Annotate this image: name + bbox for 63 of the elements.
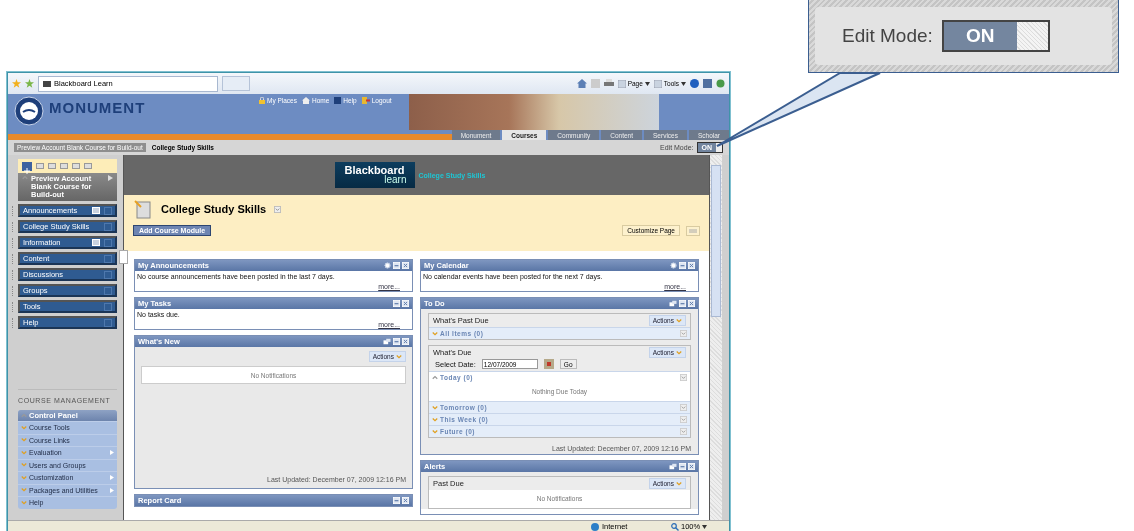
- collapse-icon[interactable]: [680, 373, 687, 381]
- minimize-icon[interactable]: [393, 300, 400, 307]
- collapse-icon[interactable]: [22, 175, 28, 181]
- minimize-icon[interactable]: [679, 262, 686, 269]
- seal-icon: [14, 96, 44, 126]
- help-icon: [334, 97, 342, 104]
- expand-icon[interactable]: [432, 330, 438, 337]
- popout-icon[interactable]: [669, 300, 677, 307]
- collapse-icon[interactable]: [680, 415, 687, 423]
- gear-icon[interactable]: [384, 262, 391, 269]
- expand-icon[interactable]: [676, 480, 682, 487]
- new-tab-button[interactable]: [222, 76, 250, 91]
- close-icon[interactable]: [688, 463, 695, 470]
- lock-icon: [259, 97, 265, 104]
- collapse-icon[interactable]: [680, 403, 687, 411]
- close-icon[interactable]: [402, 338, 409, 345]
- collapse-icon[interactable]: [680, 427, 687, 435]
- popout-icon[interactable]: [669, 463, 677, 470]
- caret-icon[interactable]: [681, 81, 686, 86]
- add-menu-item-button[interactable]: [22, 161, 32, 171]
- star-icon[interactable]: [12, 79, 21, 88]
- page-title: College Study Skills: [161, 203, 267, 215]
- popout-icon[interactable]: [383, 338, 391, 345]
- collapse-icon[interactable]: [21, 412, 27, 419]
- minimize-icon[interactable]: [679, 463, 686, 470]
- brand-name: MONUMENT: [49, 99, 146, 116]
- expand-icon[interactable]: [396, 353, 402, 360]
- edit-mode-toggle[interactable]: ON: [941, 20, 1050, 52]
- collapse-icon[interactable]: [432, 374, 438, 381]
- minimize-icon[interactable]: [679, 300, 686, 307]
- close-icon[interactable]: [688, 300, 695, 307]
- dropdown-icon[interactable]: [274, 205, 282, 213]
- minimize-icon[interactable]: [393, 497, 400, 504]
- add-favorite-icon[interactable]: [25, 79, 34, 88]
- close-icon[interactable]: [402, 262, 409, 269]
- minimize-icon[interactable]: [393, 262, 400, 269]
- globe-icon: [591, 522, 599, 531]
- menu-icon[interactable]: [653, 79, 662, 88]
- document-icon: [133, 199, 153, 219]
- close-icon[interactable]: [402, 300, 409, 307]
- logout-icon: [361, 97, 370, 104]
- page-icon: [43, 80, 51, 87]
- zoom-icon[interactable]: [671, 522, 679, 531]
- close-icon[interactable]: [688, 262, 695, 269]
- calendar-icon[interactable]: [543, 359, 554, 369]
- collapse-sidebar-button[interactable]: [119, 250, 128, 264]
- caret-icon[interactable]: [702, 524, 708, 529]
- minimize-icon[interactable]: [393, 338, 400, 345]
- edit-mode-label: Edit Mode:: [842, 25, 933, 47]
- print-icon[interactable]: [603, 79, 614, 88]
- layout-icon[interactable]: [686, 225, 700, 236]
- scrollbar[interactable]: [710, 155, 722, 520]
- caret-icon[interactable]: [644, 81, 650, 86]
- blackboard-logo: Blackboard learn: [334, 162, 415, 188]
- close-icon[interactable]: [402, 497, 409, 504]
- gear-icon[interactable]: [670, 262, 677, 269]
- collapse-icon[interactable]: [680, 329, 687, 337]
- menu-icon[interactable]: [617, 79, 626, 88]
- expand-icon[interactable]: [676, 317, 682, 324]
- home-icon: [302, 97, 310, 104]
- expand-icon[interactable]: [676, 349, 682, 356]
- home-icon[interactable]: [576, 79, 587, 88]
- help-icon[interactable]: [690, 79, 699, 88]
